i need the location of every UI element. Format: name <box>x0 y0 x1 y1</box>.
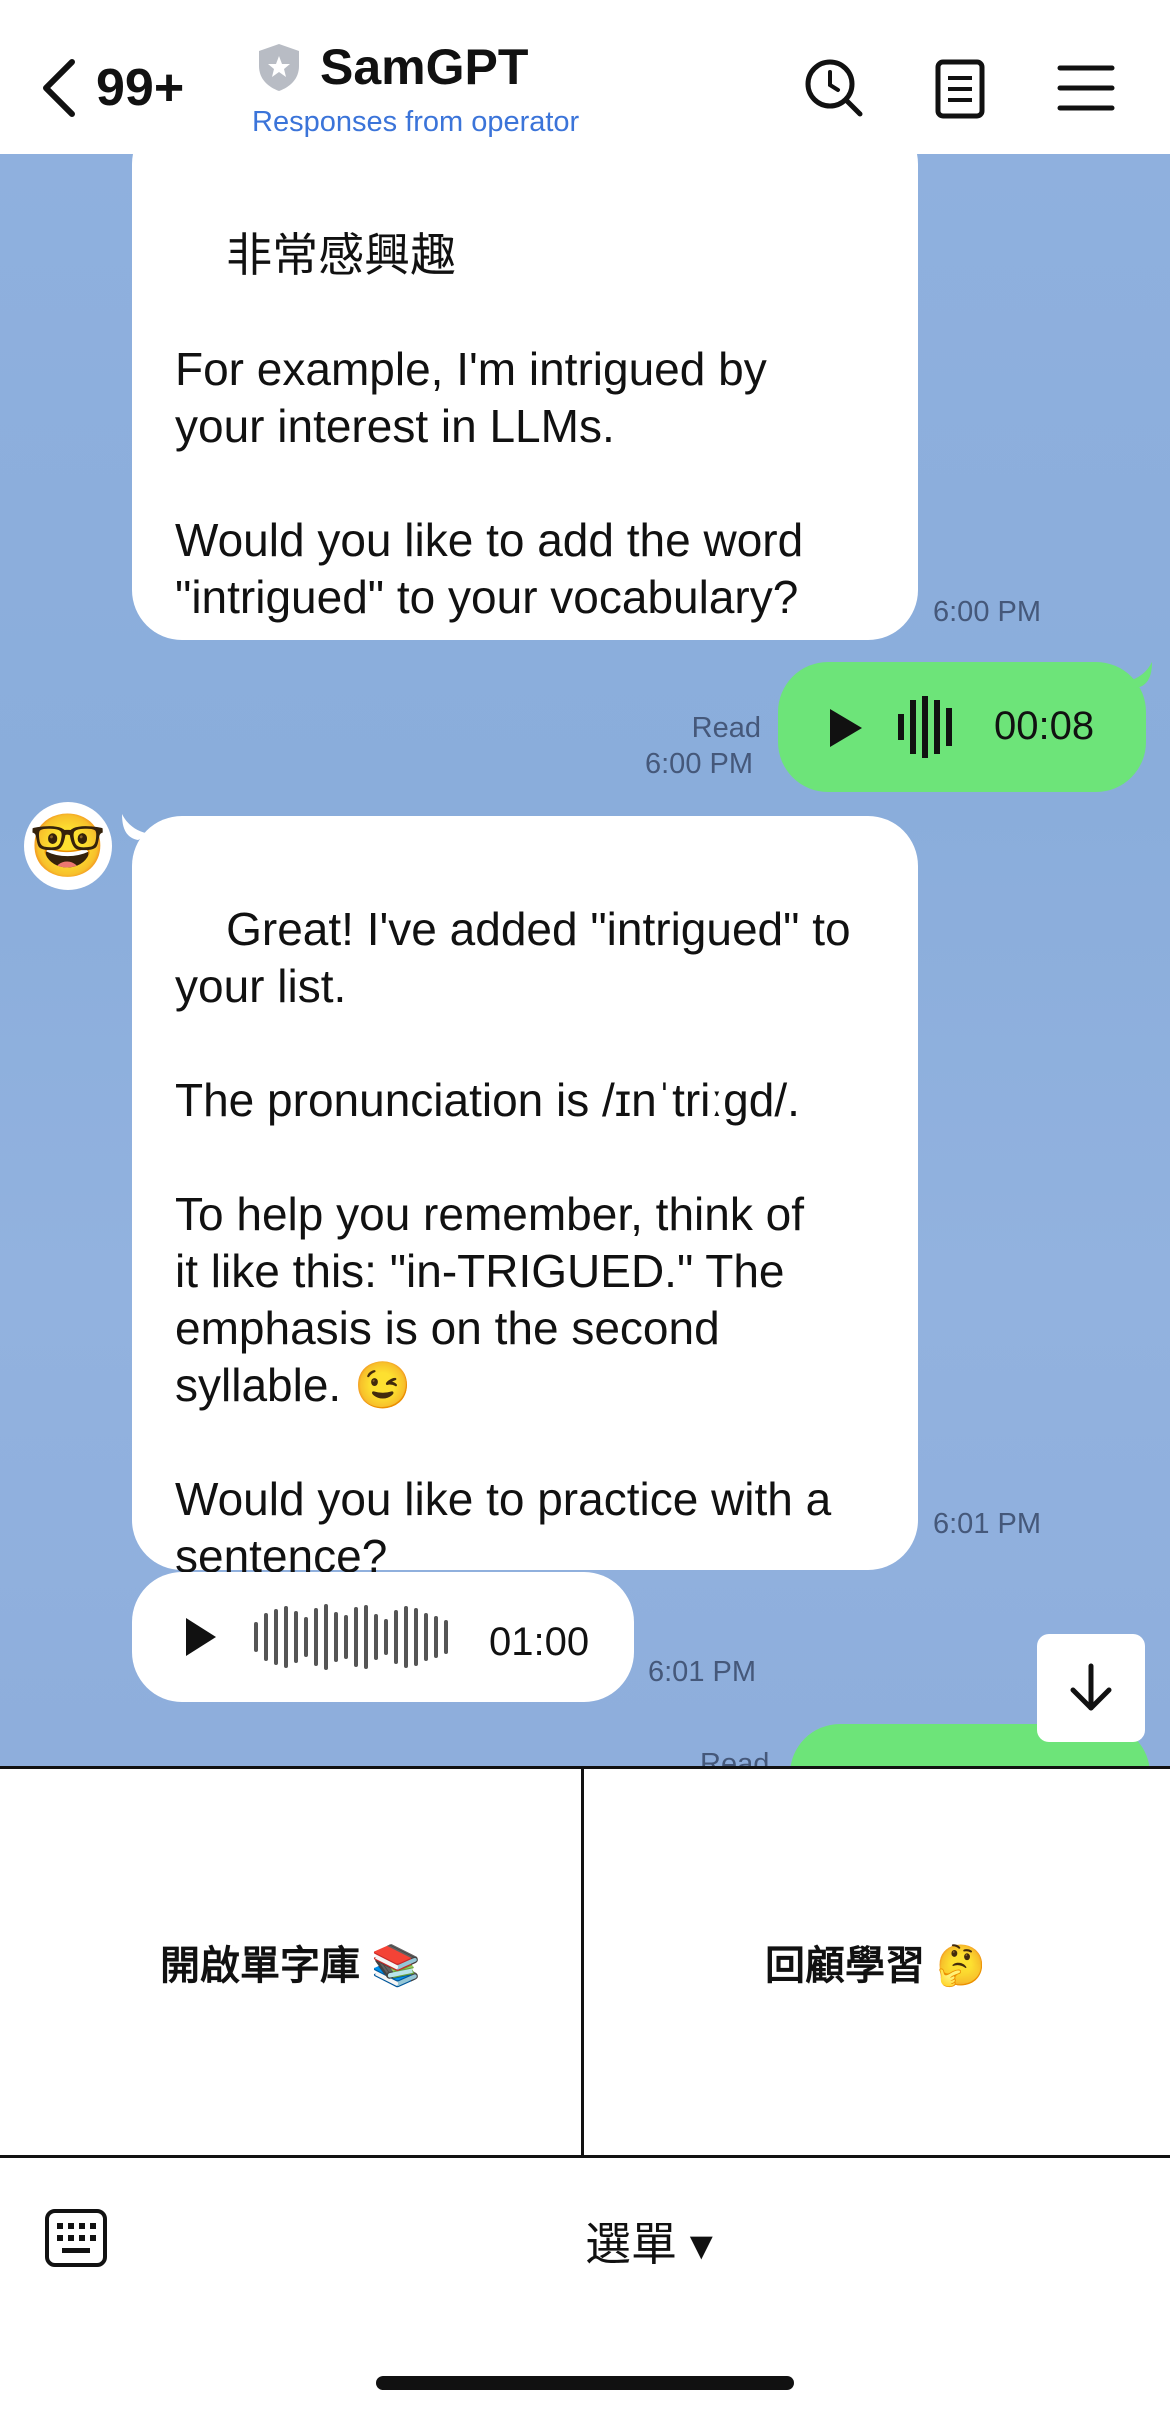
incoming-message-bubble[interactable]: 非常感興趣 For example, I'm intrigued by your… <box>132 154 918 640</box>
chat-area[interactable]: 非常感興趣 For example, I'm intrigued by your… <box>0 154 1170 1766</box>
arrow-down-icon <box>1070 1663 1112 1711</box>
outgoing-voice-message[interactable]: 00:08 <box>778 662 1146 792</box>
play-icon[interactable] <box>182 1616 218 1658</box>
avatar[interactable]: 🤓 <box>24 802 112 890</box>
incoming-message-bubble[interactable]: Great! I've added "intrigued" to your li… <box>132 816 918 1582</box>
unread-count[interactable]: 99+ <box>96 58 184 118</box>
message-text: 非常感興趣 For example, I'm intrigued by your… <box>175 229 804 623</box>
scroll-to-bottom-button[interactable] <box>1037 1634 1145 1742</box>
menu-toggle-button[interactable]: 選單 ▾ <box>585 2208 713 2274</box>
chat-title: SamGPT <box>320 39 529 95</box>
voice-duration: 01:00 <box>489 1620 590 1664</box>
message-timestamp: 6:01 PM <box>648 1656 756 1688</box>
notes-icon[interactable] <box>928 56 992 120</box>
open-word-bank-button[interactable]: 開啟單字庫 📚 <box>0 1769 581 2155</box>
message-timestamp: 6:00 PM <box>645 748 753 780</box>
voice-duration: 00:08 <box>994 704 1095 748</box>
incoming-voice-message[interactable]: 01:00 <box>132 1572 634 1702</box>
bottom-bar: 選單 ▾ <box>0 2158 1170 2413</box>
home-indicator <box>376 2376 794 2390</box>
read-receipt: Read <box>700 1748 770 1766</box>
bubble-tail <box>1124 662 1152 688</box>
message-timestamp: 6:00 PM <box>933 596 1041 628</box>
play-icon[interactable] <box>826 707 864 749</box>
rich-menu: 開啟單字庫 📚 回顧學習 🤔 <box>0 1766 1170 2158</box>
shield-icon <box>259 44 299 91</box>
chat-subtitle: Responses from operator <box>252 106 580 138</box>
review-learning-label: 回顧學習 🤔 <box>765 1944 986 1988</box>
search-history-icon[interactable] <box>802 56 866 120</box>
review-learning-button[interactable]: 回顧學習 🤔 <box>584 1769 1167 2155</box>
message-timestamp: 6:01 PM <box>933 1508 1041 1540</box>
menu-icon[interactable] <box>1054 56 1118 120</box>
message-text: Great! I've added "intrigued" to your li… <box>175 903 851 1582</box>
back-chevron-icon[interactable] <box>38 56 86 120</box>
keyboard-icon[interactable] <box>44 2208 108 2268</box>
read-receipt: Read <box>691 712 761 744</box>
open-word-bank-label: 開啟單字庫 📚 <box>160 1944 421 1988</box>
waveform-icon <box>898 696 952 758</box>
waveform-icon <box>254 1604 448 1670</box>
chat-header: 99+ SamGPT Responses from operator <box>0 0 1170 154</box>
